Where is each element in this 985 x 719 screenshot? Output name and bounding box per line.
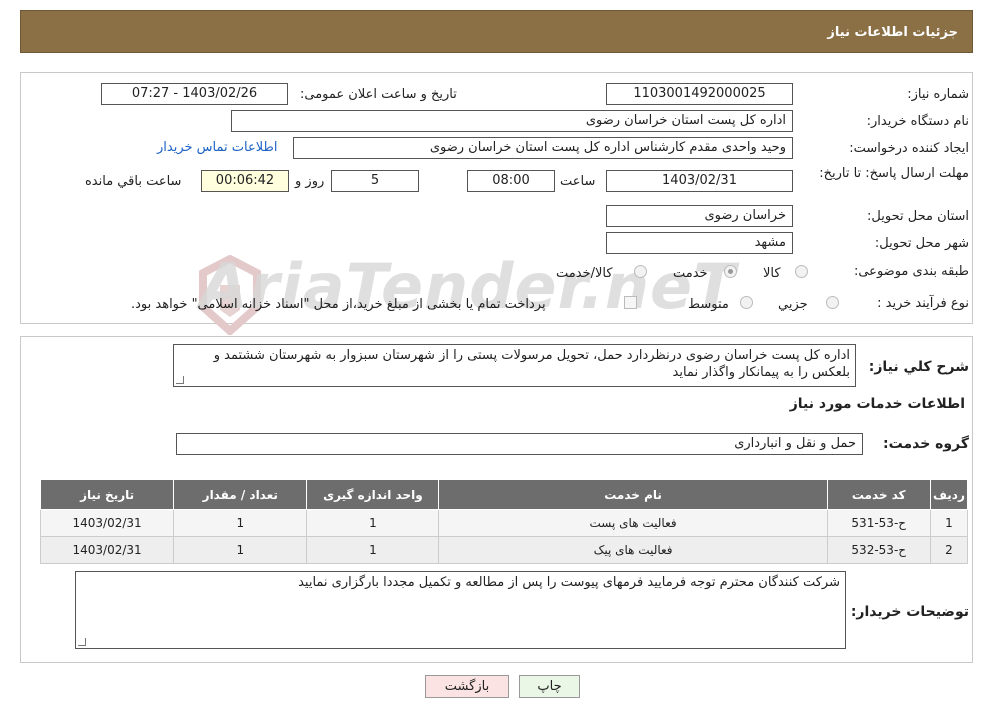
table-row: 2 ح-53-532 فعالیت های پیک 1 1 1403/02/31 bbox=[39, 536, 969, 564]
category-radio-goods-service[interactable] bbox=[634, 265, 647, 278]
summary-label: شرح کلي نياز: bbox=[868, 359, 969, 375]
province-field: خراسان رضوی bbox=[606, 205, 793, 227]
page-header: جزئیات اطلاعات نیاز bbox=[20, 10, 973, 53]
col-qty-header: تعداد / مقدار bbox=[173, 479, 308, 510]
cell-date: 1403/02/31 bbox=[39, 509, 175, 537]
cell-name: فعالیت های پست bbox=[438, 509, 828, 537]
resize-grip-icon[interactable] bbox=[176, 376, 184, 384]
service-group-label: گروه خدمت: bbox=[883, 436, 969, 452]
process-radio-minor[interactable] bbox=[826, 296, 839, 309]
process-radio-medium[interactable] bbox=[740, 296, 753, 309]
city-label: شهر محل تحویل: bbox=[874, 236, 969, 251]
page-title: جزئیات اطلاعات نیاز bbox=[827, 25, 958, 40]
cell-code: ح-53-532 bbox=[826, 536, 931, 564]
cell-qty: 1 bbox=[173, 536, 308, 564]
services-table: ردیف کد خدمت نام خدمت واحد اندازه گیری ت… bbox=[39, 479, 969, 564]
buyer-org-field: اداره کل پست استان خراسان رضوی bbox=[231, 110, 793, 132]
province-label: استان محل تحویل: bbox=[867, 209, 969, 224]
col-date-header: تاریخ نیاز bbox=[39, 479, 175, 510]
resize-grip-icon[interactable] bbox=[78, 638, 86, 646]
cell-name: فعالیت های پیک bbox=[438, 536, 828, 564]
category-option-service: خدمت bbox=[673, 266, 708, 281]
city-field: مشهد bbox=[606, 232, 793, 254]
table-header-row: ردیف کد خدمت نام خدمت واحد اندازه گیری ت… bbox=[39, 479, 969, 510]
process-option-minor: جزیي bbox=[778, 297, 808, 312]
process-label: نوع فرآیند خرید : bbox=[877, 296, 969, 311]
announce-label: تاریخ و ساعت اعلان عمومی: bbox=[300, 87, 457, 102]
category-label: طبقه بندی موضوعی: bbox=[853, 264, 969, 279]
table-row: 1 ح-53-531 فعالیت های پست 1 1 1403/02/31 bbox=[39, 509, 969, 537]
cell-code: ح-53-531 bbox=[826, 509, 931, 537]
requester-field: وحید واحدی مقدم کارشناس اداره کل پست است… bbox=[293, 137, 793, 159]
print-button[interactable]: چاپ bbox=[519, 675, 580, 698]
buyer-contact-link[interactable]: اطلاعات تماس خریدار bbox=[157, 140, 277, 155]
category-radio-goods[interactable] bbox=[795, 265, 808, 278]
category-option-goods: کالا bbox=[763, 266, 781, 281]
buyer-notes-text: شرکت کنندگان محترم توجه فرمایید فرمهای پ… bbox=[298, 575, 840, 590]
service-group-field: حمل و نقل و انبارداری bbox=[176, 433, 863, 455]
category-radio-service[interactable] bbox=[724, 265, 737, 278]
deadline-time-field: 08:00 bbox=[467, 170, 555, 192]
back-button[interactable]: بازگشت bbox=[425, 675, 509, 698]
cell-row: 2 bbox=[929, 536, 969, 564]
category-option-goods-service: کالا/خدمت bbox=[556, 266, 613, 281]
treasury-payment-checkbox[interactable] bbox=[624, 296, 637, 309]
cell-qty: 1 bbox=[173, 509, 308, 537]
treasury-payment-note: پرداخت تمام یا بخشی از مبلغ خرید،از محل … bbox=[131, 297, 546, 312]
cell-date: 1403/02/31 bbox=[39, 536, 175, 564]
col-unit-header: واحد اندازه گیری bbox=[306, 479, 440, 510]
requester-label: ایجاد کننده درخواست: bbox=[849, 141, 969, 156]
need-number-label: شماره نیاز: bbox=[907, 87, 969, 102]
col-code-header: کد خدمت bbox=[826, 479, 931, 510]
remaining-time-field: 00:06:42 bbox=[201, 170, 289, 192]
announce-datetime-field: 1403/02/26 - 07:27 bbox=[101, 83, 288, 105]
cell-unit: 1 bbox=[306, 536, 440, 564]
watermark-text: AriaTender.neT bbox=[200, 250, 737, 323]
col-row-header: ردیف bbox=[929, 479, 969, 510]
deadline-time-label: ساعت bbox=[560, 174, 596, 189]
services-section-title: اطلاعات خدمات مورد نياز bbox=[789, 396, 965, 412]
buyer-notes-textarea: شرکت کنندگان محترم توجه فرمایید فرمهای پ… bbox=[75, 571, 846, 649]
days-label: روز و bbox=[295, 174, 325, 189]
process-option-medium: متوسط bbox=[688, 297, 729, 312]
deadline-label: مهلت ارسال پاسخ: تا تاریخ: bbox=[819, 166, 969, 181]
remaining-time-label: ساعت باقي مانده bbox=[85, 174, 182, 189]
cell-unit: 1 bbox=[306, 509, 440, 537]
summary-text: اداره کل پست خراسان رضوی درنظردارد حمل، … bbox=[213, 348, 850, 380]
summary-textarea: اداره کل پست خراسان رضوی درنظردارد حمل، … bbox=[173, 344, 856, 387]
buyer-notes-label: توضیحات خریدار: bbox=[850, 604, 969, 620]
need-number-field: 1103001492000025 bbox=[606, 83, 793, 105]
buyer-org-label: نام دستگاه خریدار: bbox=[866, 114, 969, 129]
col-name-header: نام خدمت bbox=[438, 479, 828, 510]
days-remaining-field: 5 bbox=[331, 170, 419, 192]
deadline-date-field: 1403/02/31 bbox=[606, 170, 793, 192]
cell-row: 1 bbox=[929, 509, 969, 537]
